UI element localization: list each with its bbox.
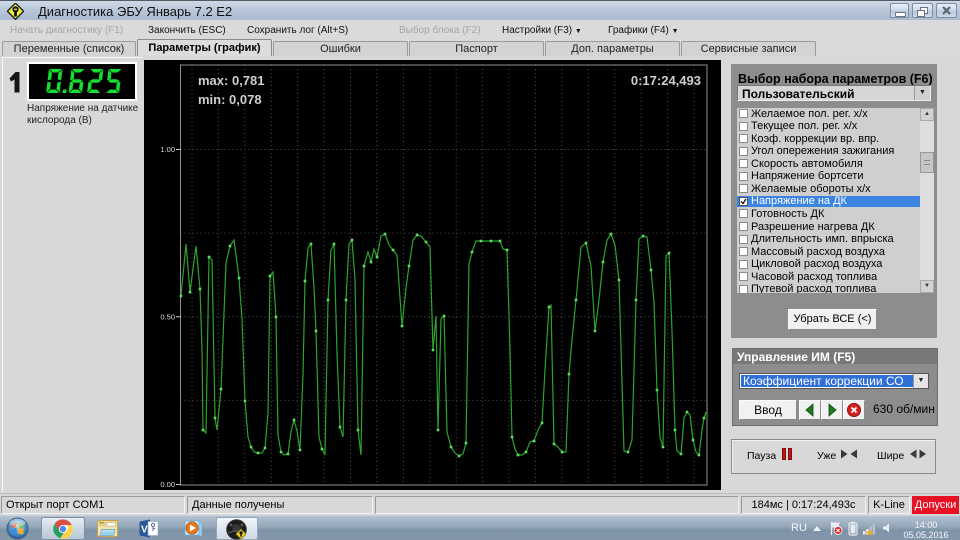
svg-text:0.00: 0.00 [160, 480, 175, 489]
svg-text:1.00: 1.00 [160, 145, 175, 154]
svg-text:V: V [141, 525, 148, 536]
svg-text:0.50: 0.50 [160, 312, 175, 321]
